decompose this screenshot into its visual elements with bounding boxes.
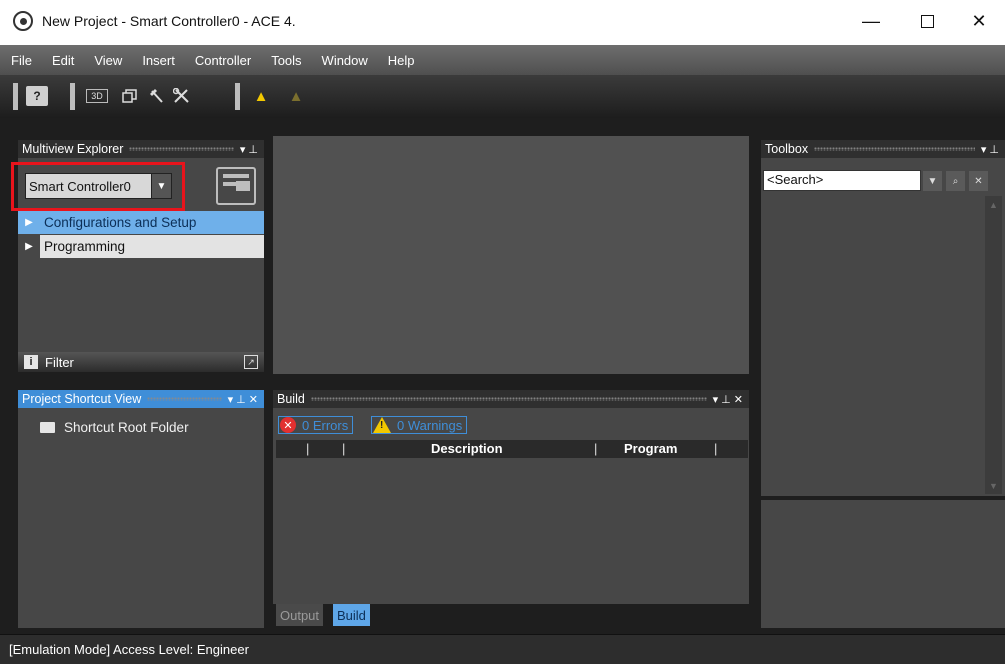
toolbar-grip[interactable] <box>70 83 75 110</box>
menu-help[interactable]: Help <box>388 53 415 68</box>
title-bar: New Project - Smart Controller0 - ACE 4.… <box>0 0 1005 45</box>
menu-view[interactable]: View <box>94 53 122 68</box>
menu-window[interactable]: Window <box>322 53 368 68</box>
warnings-label: 0 Warnings <box>397 417 463 433</box>
error-icon: ✕ <box>280 417 296 433</box>
warning-off-icon[interactable]: ▲ <box>285 86 307 106</box>
tree-item-label: Programming <box>44 239 126 254</box>
tab-output[interactable]: Output <box>276 604 324 626</box>
build-title: Build <box>277 392 305 406</box>
menu-controller[interactable]: Controller <box>195 53 251 68</box>
search-dropdown-icon[interactable]: ▼ <box>923 171 942 191</box>
column-separator[interactable]: | <box>714 441 717 456</box>
tools-icon[interactable] <box>171 86 193 106</box>
menu-file[interactable]: File <box>11 53 32 68</box>
app-icon <box>13 11 33 31</box>
header-grip[interactable] <box>310 397 707 401</box>
toolbar-grip[interactable] <box>13 83 18 110</box>
toolbox-body <box>761 158 1005 496</box>
filter-label: Filter <box>45 354 74 370</box>
project-shortcut-body <box>18 408 264 628</box>
scroll-up-icon[interactable]: ▲ <box>985 196 1002 213</box>
help-icon[interactable]: ? <box>26 86 48 106</box>
warnings-filter-button[interactable]: 0 Warnings <box>371 416 468 434</box>
column-separator[interactable]: | <box>342 441 345 456</box>
panel-options-icon[interactable]: ▾ ⊥ ✕ <box>713 393 743 406</box>
panel-options-icon[interactable]: ▾ ⊥ ✕ <box>228 393 258 406</box>
expand-arrow-icon[interactable]: ▶ <box>18 217 40 228</box>
tree-item-programming[interactable]: ▶ Programming <box>18 235 264 258</box>
toolbox-scrollbar[interactable]: ▲ ▼ <box>985 196 1002 494</box>
header-grip[interactable] <box>129 147 234 151</box>
project-shortcut-title: Project Shortcut View <box>22 392 142 406</box>
controller-device-icon <box>216 167 256 205</box>
shortcut-root-folder[interactable]: Shortcut Root Folder <box>40 418 189 436</box>
column-description[interactable]: Description <box>431 441 503 456</box>
scroll-down-icon[interactable]: ▼ <box>985 477 1002 494</box>
toolbox-description-area <box>761 500 1005 628</box>
folder-label: Shortcut Root Folder <box>64 419 189 435</box>
warning-icon[interactable]: ▲ <box>250 86 272 106</box>
tab-build[interactable]: Build <box>333 604 370 626</box>
status-bar: [Emulation Mode] Access Level: Engineer <box>0 634 1005 664</box>
column-separator[interactable]: | <box>594 441 597 456</box>
multiview-explorer-header: Multiview Explorer ▾ ⊥ <box>18 140 264 158</box>
expand-arrow-icon[interactable]: ▶ <box>18 235 40 258</box>
3d-view-icon[interactable]: 3D <box>86 89 108 103</box>
layout-icon[interactable] <box>119 86 141 106</box>
errors-label: 0 Errors <box>302 417 349 433</box>
search-icon[interactable]: ⌕ <box>946 171 965 191</box>
multiview-explorer-title: Multiview Explorer <box>22 142 124 156</box>
hammer-icon[interactable] <box>146 86 168 106</box>
header-grip[interactable] <box>814 147 975 151</box>
menu-bar: File Edit View Insert Controller Tools W… <box>0 45 1005 75</box>
toolbox-header: Toolbox ▾ ⊥ <box>761 140 1005 158</box>
info-icon: i <box>24 355 38 369</box>
panel-options-icon[interactable]: ▾ ⊥ <box>981 143 999 156</box>
maximize-button[interactable] <box>904 6 950 36</box>
tree-item-configurations[interactable]: ▶ Configurations and Setup <box>18 211 264 234</box>
folder-icon <box>40 421 55 433</box>
clear-search-icon[interactable]: ✕ <box>969 171 988 191</box>
column-separator[interactable]: | <box>306 441 309 456</box>
panel-options-icon[interactable]: ▾ ⊥ <box>240 143 258 156</box>
highlight-box <box>11 162 185 211</box>
status-text: [Emulation Mode] Access Level: Engineer <box>9 642 249 657</box>
header-grip[interactable] <box>147 397 222 401</box>
window-title: New Project - Smart Controller0 - ACE 4. <box>42 13 296 29</box>
toolbox-title: Toolbox <box>765 142 809 156</box>
pin-icon[interactable]: ↗ <box>244 355 258 369</box>
build-body <box>273 408 749 604</box>
build-table-header: | | Description | Program | <box>276 440 748 458</box>
maximize-icon <box>920 14 934 28</box>
warning-icon <box>373 417 391 433</box>
minimize-button[interactable]: — <box>848 6 894 36</box>
toolbox-search-input[interactable]: <Search> <box>763 170 921 191</box>
menu-edit[interactable]: Edit <box>52 53 74 68</box>
filter-bar[interactable]: i Filter ↗ <box>18 352 264 372</box>
editor-area <box>273 136 749 374</box>
close-button[interactable]: ✕ <box>956 6 1002 36</box>
project-shortcut-header: Project Shortcut View ▾ ⊥ ✕ <box>18 390 264 408</box>
toolbar-grip[interactable] <box>235 83 240 110</box>
tree-item-label: Configurations and Setup <box>44 215 197 230</box>
toolbar: ? 3D ▲ ▲ <box>0 75 1005 118</box>
menu-insert[interactable]: Insert <box>142 53 175 68</box>
column-program[interactable]: Program <box>624 441 677 456</box>
menu-tools[interactable]: Tools <box>271 53 301 68</box>
errors-filter-button[interactable]: ✕ 0 Errors <box>278 416 354 434</box>
build-header: Build ▾ ⊥ ✕ <box>273 390 749 408</box>
